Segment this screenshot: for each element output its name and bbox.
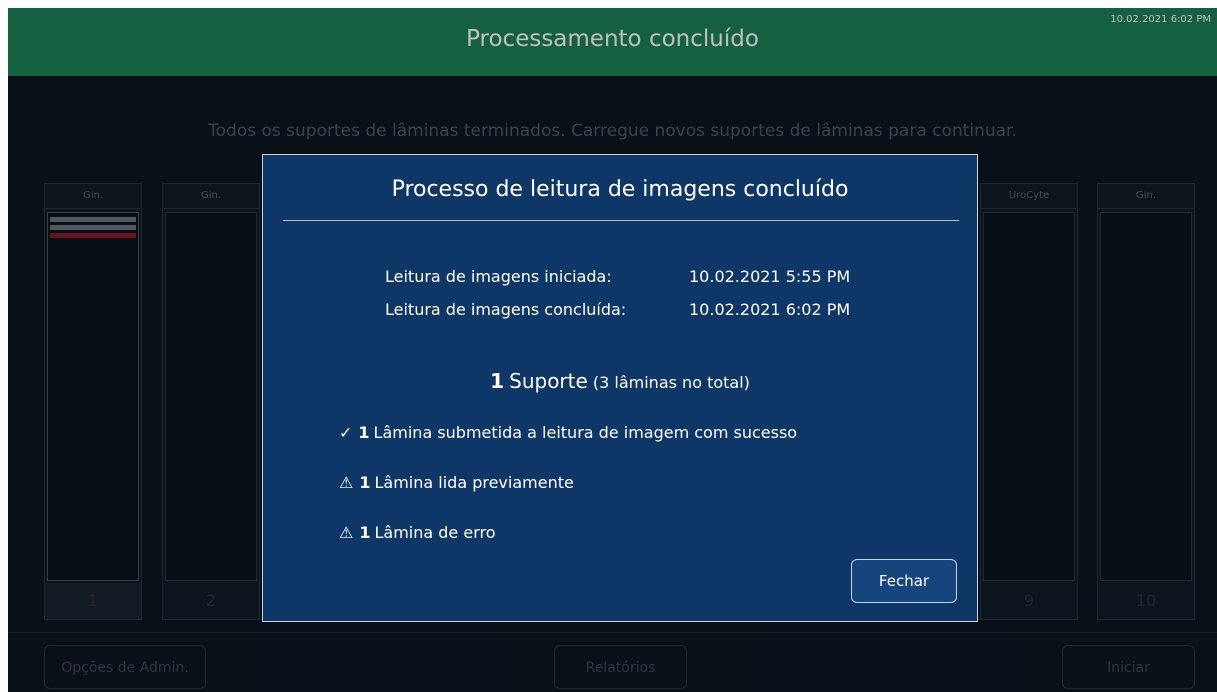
check-icon: ✓ [339,423,353,442]
finished-label: Leitura de imagens concluída: [385,300,627,319]
warning-icon: ⚠ [339,473,354,492]
completion-dialog: Processo de leitura de imagens concluído… [262,154,978,622]
close-button[interactable]: Fechar [851,559,957,603]
result-error: ⚠ 1 Lâmina de erro [339,523,496,542]
slide-total: (3 lâminas no total) [592,373,750,392]
app-screen: Processamento concluído 10.02.2021 6:02 … [8,8,1217,692]
result-previously-read: ⚠ 1 Lâmina lida previamente [339,473,574,492]
holder-count: 1 [490,369,505,393]
holder-word: Suporte [509,369,588,393]
finished-value: 10.02.2021 6:02 PM [689,300,851,319]
warning-icon: ⚠ [339,523,354,542]
result-text: Lâmina de erro [374,523,496,542]
result-count: 1 [359,523,371,542]
result-text: Lâmina submetida a leitura de imagem com… [373,423,798,442]
dialog-title: Processo de leitura de imagens concluído [391,177,849,202]
holder-summary: 1 Suporte (3 lâminas no total) [263,369,977,393]
result-text: Lâmina lida previamente [374,473,574,492]
started-value: 10.02.2021 5:55 PM [689,267,851,286]
dialog-divider [283,220,959,221]
started-label: Leitura de imagens iniciada: [385,267,612,286]
result-count: 1 [358,423,370,442]
result-success: ✓ 1 Lâmina submetida a leitura de imagem c… [339,423,797,442]
result-count: 1 [359,473,371,492]
